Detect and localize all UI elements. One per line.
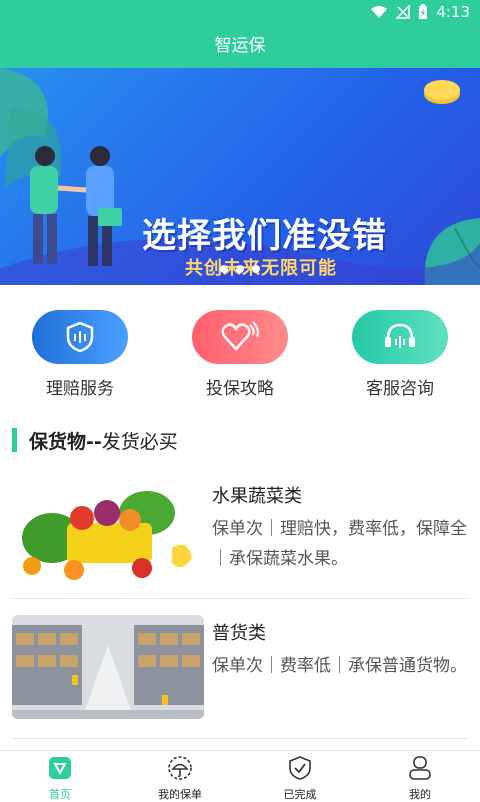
bottom-tab-bar: 首页 我的保单 已完成 我的 [0, 750, 480, 801]
guide-pill [192, 310, 288, 364]
status-icons: 4:13 [370, 3, 470, 21]
policy-umbrella-icon [168, 756, 192, 780]
headset-icon [385, 323, 415, 348]
product-name: 水果蔬菜类 [212, 486, 302, 507]
product-item-fruit-veg[interactable]: 水果蔬菜类 保单次｜理赔快，费率低，保障全｜承保蔬菜水果。 [12, 478, 468, 588]
carousel-dot[interactable] [252, 265, 260, 273]
product-name: 普货类 [212, 623, 266, 644]
tab-completed[interactable]: 已完成 [250, 755, 350, 802]
section-accent-bar [12, 428, 17, 452]
guide-label: 投保攻略 [206, 379, 274, 399]
tab-profile[interactable]: 我的 [370, 755, 470, 802]
carousel-dot[interactable] [236, 265, 244, 273]
service-support[interactable]: 客服咨询 [340, 310, 460, 399]
profile-icon [409, 756, 431, 780]
support-label: 客服咨询 [366, 379, 434, 399]
divider [12, 598, 468, 599]
banner-subheadline: 共创未来无限可能 [185, 258, 337, 279]
tab-home[interactable]: 首页 [10, 755, 110, 802]
promo-banner[interactable]: 选择我们准没错 共创未来无限可能 [0, 68, 480, 285]
product-item-general-goods[interactable]: 普货类 保单次｜费率低｜承保普通货物。 [12, 615, 468, 725]
section-title-bold: 保货物-- [29, 430, 102, 453]
section-title-rest: 发货必买 [101, 430, 178, 453]
page-title: 智运保 [214, 36, 266, 56]
service-claims[interactable]: 理赔服务 [20, 310, 140, 399]
home-icon [49, 757, 71, 779]
carousel-indicator [220, 265, 260, 273]
support-pill [352, 310, 448, 364]
title-bar: 智运保 [0, 24, 480, 68]
section-header: 保货物-- 发货必买 [12, 427, 178, 453]
status-bar: 4:13 [0, 0, 480, 24]
claims-label: 理赔服务 [46, 379, 114, 399]
no-signal-icon [396, 5, 411, 19]
wifi-icon [371, 6, 388, 18]
tab-my-policies[interactable]: 我的保单 [130, 755, 230, 802]
divider [12, 738, 468, 739]
battery-charging-icon [419, 4, 428, 19]
product-description: 保单次｜理赔快，费率低，保障全｜承保蔬菜水果。 [212, 519, 467, 569]
warehouse-image [12, 615, 204, 719]
product-description: 保单次｜费率低｜承保普通货物。 [212, 656, 467, 676]
completed-shield-icon [289, 756, 311, 780]
service-guide[interactable]: 投保攻略 [180, 310, 300, 399]
heart-signal-icon [221, 321, 259, 351]
claims-shield-icon [66, 321, 94, 353]
claims-pill [32, 310, 128, 364]
status-time: 4:13 [436, 3, 470, 21]
carousel-dot[interactable] [220, 265, 228, 273]
fruit-basket-image [12, 478, 204, 582]
banner-headline: 选择我们准没错 [142, 216, 387, 256]
service-shortcuts: 理赔服务 投保攻略 客服咨询 [0, 296, 480, 406]
